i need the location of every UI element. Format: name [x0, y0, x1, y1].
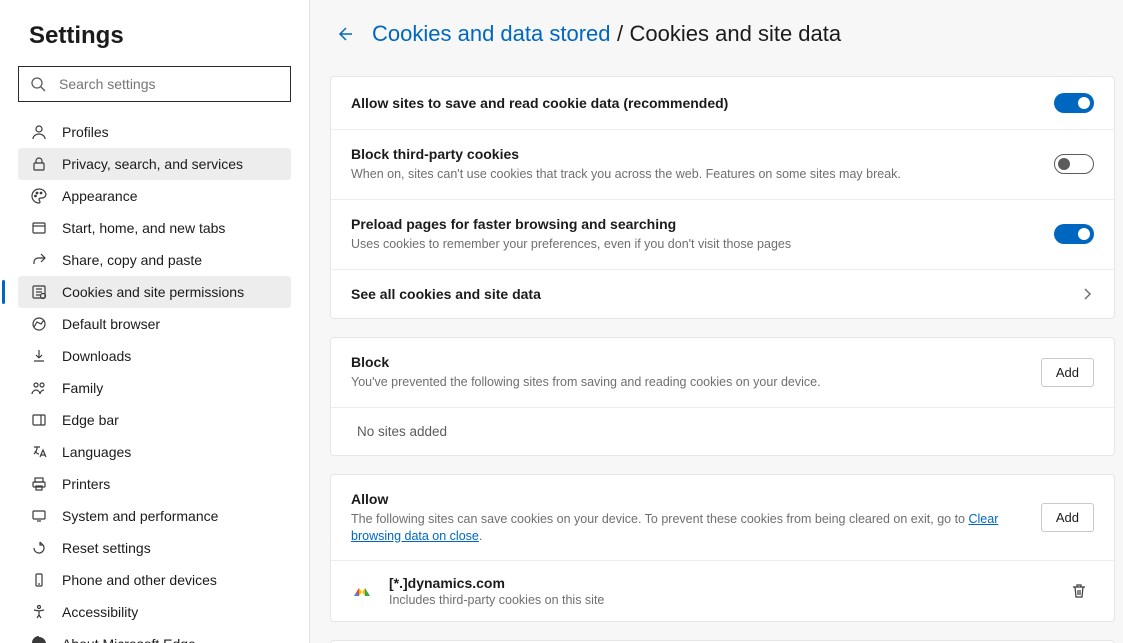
see-all-title: See all cookies and site data	[351, 286, 1064, 302]
preload-toggle[interactable]	[1054, 224, 1094, 244]
block-empty: No sites added	[331, 408, 1114, 455]
delete-site-button[interactable]	[1064, 576, 1094, 606]
permissions-icon	[30, 283, 48, 301]
sidebar-item-reset[interactable]: Reset settings	[18, 532, 291, 564]
sidebar-item-default-browser[interactable]: Default browser	[18, 308, 291, 340]
sidebar-item-privacy[interactable]: Privacy, search, and services	[18, 148, 291, 180]
sidebar-item-label: Phone and other devices	[62, 572, 217, 588]
sidebar-item-label: Appearance	[62, 188, 138, 204]
allow-header: Allow The following sites can save cooki…	[331, 475, 1114, 562]
sidebar-item-accessibility[interactable]: Accessibility	[18, 596, 291, 628]
allow-add-button[interactable]: Add	[1041, 503, 1094, 532]
preload-title: Preload pages for faster browsing and se…	[351, 216, 1038, 232]
preload-sub: Uses cookies to remember your preference…	[351, 236, 1038, 253]
printer-icon	[30, 475, 48, 493]
block-header: Block You've prevented the following sit…	[331, 338, 1114, 408]
sidebar-item-downloads[interactable]: Downloads	[18, 340, 291, 372]
allow-card: Allow The following sites can save cooki…	[330, 474, 1115, 623]
sidebar-item-share[interactable]: Share, copy and paste	[18, 244, 291, 276]
block-sub: You've prevented the following sites fro…	[351, 374, 1025, 391]
edge-icon	[30, 635, 48, 643]
search-input[interactable]	[18, 66, 291, 102]
allow-sub: The following sites can save cookies on …	[351, 511, 1025, 545]
block-third-sub: When on, sites can't use cookies that tr…	[351, 166, 1038, 183]
sidebar-item-label: Default browser	[62, 316, 160, 332]
block-third-toggle[interactable]	[1054, 154, 1094, 174]
site-favicon	[351, 580, 373, 602]
appearance-icon	[30, 187, 48, 205]
main-content: Cookies and data stored / Cookies and si…	[310, 0, 1123, 643]
back-button[interactable]	[330, 20, 358, 48]
sidebar-item-label: Cookies and site permissions	[62, 284, 244, 300]
sidebar-item-label: About Microsoft Edge	[62, 636, 196, 643]
sidebar-item-label: Edge bar	[62, 412, 119, 428]
allow-cookies-toggle[interactable]	[1054, 93, 1094, 113]
breadcrumb-parent[interactable]: Cookies and data stored	[372, 21, 611, 46]
cookie-settings-card: Allow sites to save and read cookie data…	[330, 76, 1115, 319]
sidebar-item-appearance[interactable]: Appearance	[18, 180, 291, 212]
lock-icon	[30, 155, 48, 173]
reset-icon	[30, 539, 48, 557]
allow-site-row: [*.]dynamics.com Includes third-party co…	[331, 561, 1114, 621]
settings-title: Settings	[0, 22, 309, 66]
profile-icon	[30, 123, 48, 141]
search-wrap	[18, 66, 291, 102]
browser-icon	[30, 315, 48, 333]
allow-site-name: [*.]dynamics.com	[389, 575, 1048, 591]
sidebar-item-label: Profiles	[62, 124, 109, 140]
sidebar-item-about[interactable]: About Microsoft Edge	[18, 628, 291, 643]
chevron-right-icon	[1080, 287, 1094, 301]
block-third-row: Block third-party cookies When on, sites…	[331, 130, 1114, 200]
sidebar-item-printers[interactable]: Printers	[18, 468, 291, 500]
sidebar-item-label: Languages	[62, 444, 131, 460]
sidebar-item-label: Reset settings	[62, 540, 151, 556]
sidebar-item-label: System and performance	[62, 508, 218, 524]
sidebar-icon	[30, 411, 48, 429]
share-icon	[30, 251, 48, 269]
allow-cookies-row: Allow sites to save and read cookie data…	[331, 77, 1114, 130]
sidebar-nav: Profiles Privacy, search, and services A…	[0, 116, 309, 643]
breadcrumb-sep: /	[617, 21, 623, 46]
sidebar-item-start[interactable]: Start, home, and new tabs	[18, 212, 291, 244]
sidebar-item-label: Downloads	[62, 348, 131, 364]
phone-icon	[30, 571, 48, 589]
see-all-row[interactable]: See all cookies and site data	[331, 270, 1114, 318]
block-card: Block You've prevented the following sit…	[330, 337, 1115, 456]
sidebar-item-family[interactable]: Family	[18, 372, 291, 404]
sidebar: Settings Profiles Privacy, search, and s…	[0, 0, 310, 643]
allow-title: Allow	[351, 491, 1025, 507]
sidebar-item-label: Privacy, search, and services	[62, 156, 243, 172]
sidebar-item-label: Accessibility	[62, 604, 138, 620]
sidebar-item-profiles[interactable]: Profiles	[18, 116, 291, 148]
language-icon	[30, 443, 48, 461]
sidebar-item-edge-bar[interactable]: Edge bar	[18, 404, 291, 436]
sidebar-item-label: Family	[62, 380, 103, 396]
accessibility-icon	[30, 603, 48, 621]
breadcrumb-current: Cookies and site data	[630, 21, 842, 46]
block-title: Block	[351, 354, 1025, 370]
preload-row: Preload pages for faster browsing and se…	[331, 200, 1114, 270]
sidebar-item-cookies[interactable]: Cookies and site permissions	[18, 276, 291, 308]
family-icon	[30, 379, 48, 397]
sidebar-item-phone[interactable]: Phone and other devices	[18, 564, 291, 596]
breadcrumb: Cookies and data stored / Cookies and si…	[330, 20, 1119, 48]
block-third-title: Block third-party cookies	[351, 146, 1038, 162]
download-icon	[30, 347, 48, 365]
allow-site-sub: Includes third-party cookies on this sit…	[389, 593, 1048, 607]
sidebar-item-label: Start, home, and new tabs	[62, 220, 225, 236]
system-icon	[30, 507, 48, 525]
sidebar-item-languages[interactable]: Languages	[18, 436, 291, 468]
sidebar-item-system[interactable]: System and performance	[18, 500, 291, 532]
breadcrumb-text: Cookies and data stored / Cookies and si…	[372, 21, 841, 47]
window-icon	[30, 219, 48, 237]
allow-cookies-title: Allow sites to save and read cookie data…	[351, 95, 1038, 111]
sidebar-item-label: Printers	[62, 476, 110, 492]
block-add-button[interactable]: Add	[1041, 358, 1094, 387]
sidebar-item-label: Share, copy and paste	[62, 252, 202, 268]
